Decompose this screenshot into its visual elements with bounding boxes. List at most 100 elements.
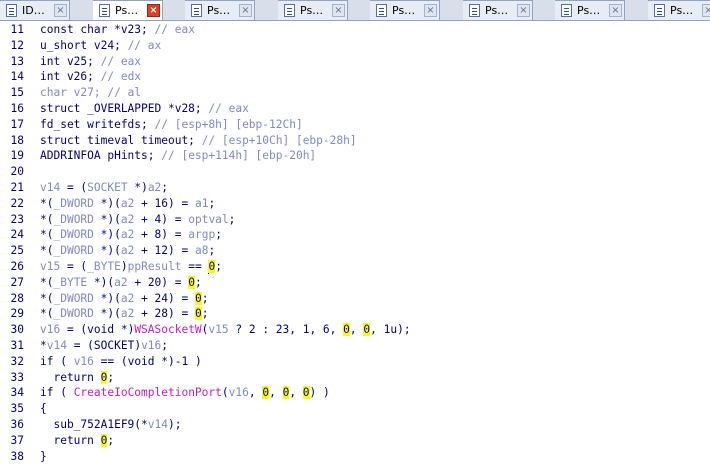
code-line[interactable]: 29 *(_DWORD *)(a2 + 28) = 0; [0,306,710,322]
close-icon[interactable]: × [239,4,252,17]
line-number: 11 [10,23,24,36]
code-token[interactable]: v16 [74,355,94,368]
close-icon[interactable]: × [332,4,345,17]
code-token[interactable]: ppResult [128,260,182,273]
code-token[interactable]: _DWORD [53,244,93,257]
code-token[interactable]: argp [188,228,215,241]
code-token[interactable]: // [esp+10Ch] [ebp-28h] [202,134,357,147]
tab-pseudocode-4[interactable]: Ps… × [370,0,440,20]
close-icon[interactable]: × [147,4,160,17]
code-token[interactable]: a2 [121,228,134,241]
code-token: == [181,260,209,273]
code-token[interactable]: _DWORD [53,307,93,320]
code-line[interactable]: 26 v15 = (_BYTE)ppResult == 0; [0,259,710,275]
code-line[interactable]: 37 return 0; [0,433,710,449]
tab-ida-view[interactable]: ID… × [0,0,70,20]
code-line[interactable]: 32 if ( v16 == (void *)-1 ) [0,354,710,370]
code-token[interactable]: // edx [101,70,141,83]
code-token[interactable]: v15 [208,323,228,336]
close-icon[interactable]: × [609,4,622,17]
code-text: *(_DWORD *)(a2 + 28) = 0; [40,306,208,322]
code-line[interactable]: 14 int v26; // edx [0,69,710,85]
close-icon[interactable]: × [517,4,530,17]
code-token[interactable]: v16 [229,386,249,399]
code-token[interactable]: _DWORD [53,213,93,226]
function-name[interactable]: WSASocketW [134,323,201,336]
document-icon [469,4,480,17]
code-token: ; [107,370,115,384]
code-line[interactable]: 15 char v27; // al [0,85,710,101]
code-token[interactable]: a2 [114,276,127,289]
pseudocode-view[interactable]: 11 const char *v23; // eax 12 u_short v24; … [0,21,710,466]
code-token[interactable]: a2 [121,213,134,226]
tab-pseudocode-3[interactable]: Ps… × [278,0,348,20]
tab-pseudocode-6[interactable]: Ps… × [555,0,625,20]
code-token[interactable]: v16 [40,323,60,336]
code-line[interactable]: 34 if ( CreateIoCompletionPort(v16, 0, 0,… [0,385,710,401]
code-token[interactable]: // ax [128,39,162,52]
code-token[interactable]: a1 [195,197,208,210]
code-token[interactable]: _DWORD [53,292,93,305]
code-line[interactable]: 25 *(_DWORD *)(a2 + 12) = a8; [0,243,710,259]
code-token: ; [215,228,222,242]
code-token[interactable]: SOCKET [87,181,127,194]
code-line[interactable]: 30 v16 = (void *)WSASocketW(v15 ? 2 : 23,… [0,322,710,338]
code-line[interactable]: 11 const char *v23; // eax [0,22,710,38]
code-line[interactable]: 21 v14 = (SOCKET *)a2; [0,180,710,196]
close-icon[interactable]: × [702,4,710,17]
code-line[interactable]: 19 ADDRINFOA pHints; // [esp+114h] [ebp-2… [0,148,710,164]
code-token: *)( [93,196,121,210]
code-token[interactable]: optval [188,213,228,226]
close-icon[interactable]: × [424,4,437,17]
code-token[interactable]: // [esp+8h] [ebp-12Ch] [155,118,303,131]
code-line[interactable]: 31 *v14 = (SOCKET)v16; [0,338,710,354]
code-token: ); [168,418,182,431]
code-token[interactable]: a2 [121,307,134,320]
code-token[interactable]: char v27; // al [40,86,141,99]
code-line[interactable]: 28 *(_DWORD *)(a2 + 24) = 0; [0,291,710,307]
code-line[interactable]: 33 return 0; [0,370,710,386]
function-name[interactable]: CreateIoCompletionPort [74,386,222,399]
code-line[interactable]: 20 [0,164,710,180]
code-token[interactable]: // eax [155,23,195,36]
code-line[interactable]: 24 *(_DWORD *)(a2 + 8) = argp; [0,227,710,243]
code-line[interactable]: 17 fd_set writefds; // [esp+8h] [ebp-12Ch… [0,117,710,133]
tab-pseudocode-5[interactable]: Ps… × [463,0,533,20]
code-token[interactable]: _DWORD [53,197,93,210]
code-token[interactable]: a2 [148,181,161,194]
code-token[interactable]: // [esp+114h] [ebp-20h] [161,149,316,162]
code-line[interactable]: 22 *(_DWORD *)(a2 + 16) = a1; [0,196,710,212]
code-token[interactable]: a2 [121,244,134,257]
code-line[interactable]: 38} [0,449,710,465]
code-token[interactable]: _DWORD [53,228,93,241]
tab-pseudocode-1[interactable]: Ps… × [93,0,163,20]
code-text: return 0; [40,433,114,449]
tab-pseudocode-2[interactable]: Ps… × [185,0,255,20]
code-token[interactable]: v15 [40,260,60,273]
code-line[interactable]: 35 { [0,401,710,417]
code-token[interactable]: _BYTE [53,276,87,289]
code-token[interactable]: // eax [208,102,248,115]
tab-pseudocode-7[interactable]: Ps… × [648,0,710,20]
code-token[interactable]: a2 [121,197,134,210]
code-token[interactable]: v16 [141,339,161,352]
code-line[interactable]: 36 sub_752A1EF9(*v14); [0,417,710,433]
code-token: == (void *)-1 ) [93,354,202,368]
line-number: 31 [10,339,24,352]
code-token[interactable]: v14 [148,418,168,431]
code-line[interactable]: 23 *(_DWORD *)(a2 + 4) = optval; [0,212,710,228]
code-line[interactable]: 16 struct _OVERLAPPED *v28; // eax [0,101,710,117]
code-token[interactable]: v14 [47,339,67,352]
code-line[interactable]: 13 int v25; // eax [0,54,710,70]
code-token[interactable]: v14 [40,181,60,194]
code-token[interactable]: a8 [195,244,208,257]
code-line[interactable]: 27 *(_BYTE *)(a2 + 20) = 0; [0,275,710,291]
code-token[interactable]: _BYTE [87,260,121,273]
code-token[interactable]: // eax [101,55,141,68]
code-line[interactable]: 18 struct timeval timeout; // [esp+10Ch] … [0,133,710,149]
close-icon[interactable]: × [54,4,67,17]
document-icon [6,4,17,17]
code-token: const char *v23; [40,23,155,36]
code-token[interactable]: a2 [121,292,134,305]
code-line[interactable]: 12 u_short v24; // ax [0,38,710,54]
